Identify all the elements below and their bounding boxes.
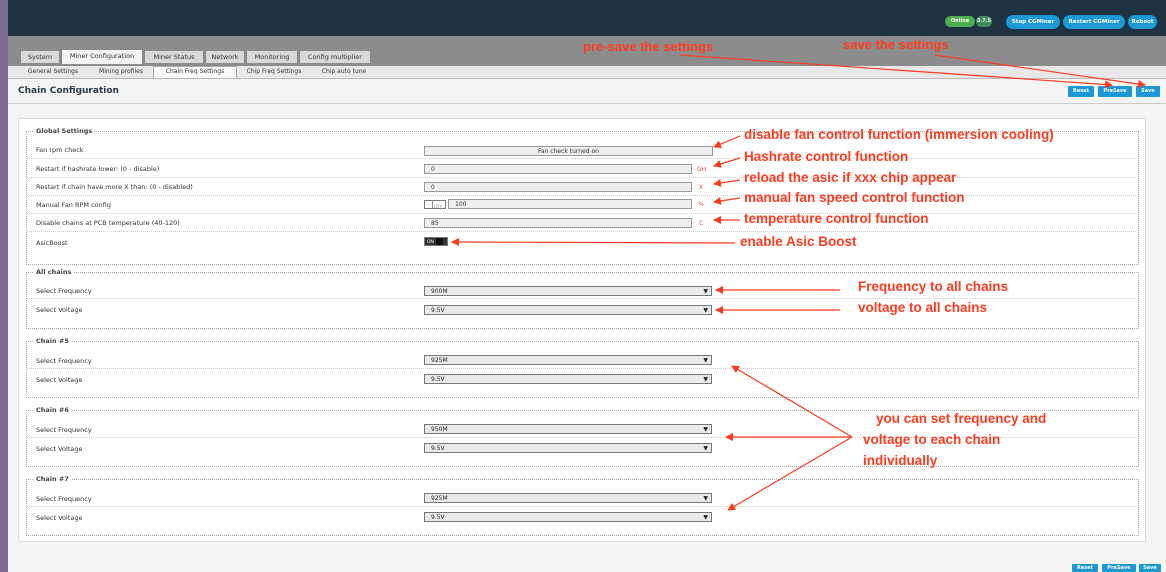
arrow-hashrate	[713, 157, 741, 168]
annotation-hashrate: Hashrate control function	[744, 149, 909, 164]
annotation-presave: pre-save the settings	[583, 39, 714, 54]
annotation-freq-all: Frequency to all chains	[858, 279, 1009, 294]
arrow-chain-5	[731, 365, 853, 438]
annotation-each-1: you can set frequency and	[876, 411, 1047, 426]
arrow-chain-7	[727, 436, 853, 511]
annotation-save: save the settings	[843, 37, 949, 52]
arrow-asicboost	[451, 238, 736, 247]
arrow-fan	[713, 135, 741, 148]
arrow-reload	[713, 178, 741, 187]
arrow-presave	[679, 54, 1113, 89]
annotation-asicboost: enable Asic Boost	[740, 234, 857, 249]
annotation-fan: disable fan control function (immersion …	[744, 127, 1054, 142]
annotation-manual-fan: manual fan speed control function	[744, 190, 965, 205]
annotation-volt-all: voltage to all chains	[858, 300, 988, 315]
arrow-manual-fan	[713, 196, 741, 205]
annotation-each-2: voltage to each chain	[863, 432, 1001, 447]
annotation-reload: reload the asic if xxx chip appear	[744, 170, 957, 185]
annotation-each-3: individually	[863, 453, 938, 468]
annotation-temperature: temperature control function	[744, 211, 929, 226]
